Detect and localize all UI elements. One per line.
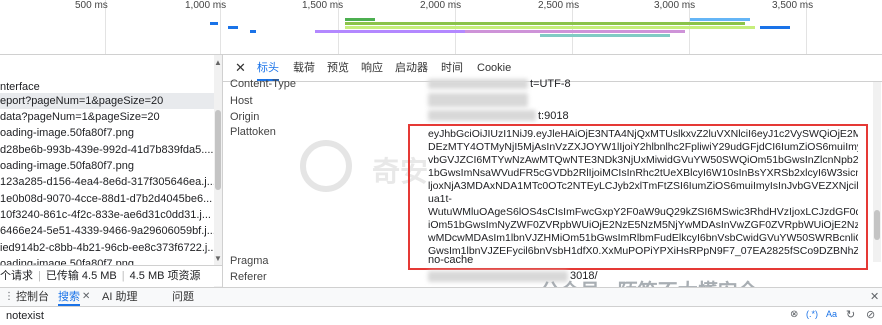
waterfall-bar xyxy=(345,22,745,25)
waterfall-bar xyxy=(345,26,755,29)
plattoken-value-line: ljoxNjA3MDAxNDA1MTc0OTc2NTEyLCJyb2xlTmFt… xyxy=(428,180,858,192)
search-bar: ⊗ (.*) Aa ↻ ⊘ xyxy=(0,306,882,325)
waterfall-bar xyxy=(540,34,670,37)
waterfall-bar xyxy=(345,18,375,21)
tab-response[interactable]: 响应 xyxy=(361,55,383,81)
close-search-tab-icon[interactable]: ✕ xyxy=(82,288,90,306)
request-row[interactable]: 10f3240-861c-4f2c-833e-ae6d31c0dd31.j... xyxy=(0,207,211,223)
tab-preview[interactable]: 预览 xyxy=(327,55,349,81)
watermark-logo-icon xyxy=(300,140,352,192)
resources-size: 4.5 MB 项资源 xyxy=(129,270,201,282)
network-timeline[interactable]: 500 ms 1,000 ms 1,500 ms 2,000 ms 2,500 … xyxy=(0,0,882,55)
scroll-up-icon[interactable]: ▲ xyxy=(214,58,222,67)
request-list-scroll-thumb[interactable] xyxy=(215,110,221,190)
request-row[interactable]: data?pageNum=1&pageSize=20 xyxy=(0,109,160,125)
timeline-tick: 2,500 ms xyxy=(538,0,580,11)
details-scroll-thumb[interactable] xyxy=(874,210,880,240)
header-name-origin: Origin xyxy=(230,111,260,123)
transferred-size: 已传输 4.5 MB xyxy=(45,270,117,282)
scroll-down-icon[interactable]: ▼ xyxy=(214,254,222,263)
waterfall-bar xyxy=(760,26,790,29)
redacted-value xyxy=(428,110,536,121)
request-row[interactable]: d28be6b-993b-439e-992d-41d7b839fda5.... xyxy=(0,142,213,158)
tab-cookie[interactable]: Cookie xyxy=(477,55,511,81)
drawer-tab-issues[interactable]: 问题 xyxy=(172,288,194,306)
waterfall-bar xyxy=(690,18,750,21)
close-drawer-icon[interactable]: ✕ xyxy=(870,288,879,306)
tab-timing[interactable]: 时间 xyxy=(441,55,463,81)
plattoken-value-line: DEzMTY4OTMyNjI5MjAsInVzZXJOYW1lIjoiY2hlb… xyxy=(428,141,858,153)
waterfall-bar xyxy=(465,30,685,33)
timeline-tick: 1,000 ms xyxy=(185,0,227,11)
tab-initiator[interactable]: 启动器 xyxy=(395,55,428,81)
timeline-tick: 500 ms xyxy=(75,0,108,11)
waterfall-bar xyxy=(315,30,465,33)
request-row[interactable]: oading-image.50fa80f7.png xyxy=(0,158,134,174)
redacted-value xyxy=(428,79,528,89)
header-value-origin: t:9018 xyxy=(538,110,569,122)
timeline-tick: 3,500 ms xyxy=(772,0,814,11)
request-row[interactable]: 6466e24-5e51-4339-9466-9a29606059bf.j... xyxy=(0,223,216,239)
plattoken-value-line: GwsIm1lbnVJZEFycil6bnVsbH1dfX0.XxMuPOPiY… xyxy=(428,245,858,257)
header-value-pragma: no-cache xyxy=(428,254,474,266)
drawer-tab-search[interactable]: 搜索 xyxy=(58,288,80,306)
drawer-tabbar: ⋮ 控制台 搜索 ✕ AI 助理 问题 ✕ xyxy=(0,287,882,306)
plattoken-value-line: WutuWMluOAgeS6lOS4sCIsImFwcGxpY2F0aW9uQ2… xyxy=(428,206,858,218)
waterfall-bar xyxy=(250,30,256,33)
plattoken-value-line: ua1t- xyxy=(428,193,452,205)
drawer-tab-console[interactable]: 控制台 xyxy=(16,288,49,306)
plattoken-value-line: vbGVJZCI6MTYwNzAwMTQwNTE3NDk3NjUxMiwidGV… xyxy=(428,154,858,166)
tab-payload[interactable]: 载荷 xyxy=(293,55,315,81)
header-value-content-type: t=UTF-8 xyxy=(530,78,571,90)
plattoken-value-line: eyJhbGciOiJIUzI1NiJ9.eyJleHAiOjE3NTA4NjQ… xyxy=(428,128,858,140)
redacted-value xyxy=(428,93,528,107)
timeline-tick: 1,500 ms xyxy=(302,0,344,11)
network-status-bar: 个请求 | 已传输 4.5 MB | 4.5 MB 项资源 xyxy=(0,265,222,286)
timeline-tick: 2,000 ms xyxy=(420,0,462,11)
header-name-plattoken: Plattoken xyxy=(230,126,276,138)
header-name-referer: Referer xyxy=(230,271,267,283)
request-row[interactable]: oading-image.50fa80f7.png xyxy=(0,125,134,141)
match-case-icon[interactable]: Aa xyxy=(826,309,837,319)
request-count: 个请求 xyxy=(0,270,33,282)
clear-results-icon[interactable]: ⊘ xyxy=(866,308,875,321)
clear-search-icon[interactable]: ⊗ xyxy=(790,309,798,320)
timeline-tick: 3,000 ms xyxy=(654,0,696,11)
request-row[interactable]: 1e0b08d-9070-4cce-88d1-d7b2d4045be6... xyxy=(0,191,212,207)
regex-toggle-icon[interactable]: (.*) xyxy=(806,309,818,319)
search-input[interactable] xyxy=(6,309,706,323)
waterfall-bar xyxy=(210,22,218,25)
refresh-icon[interactable]: ↻ xyxy=(846,308,855,321)
request-row[interactable]: ied914b2-c8bb-4b21-96cb-ee8c373f6722.j..… xyxy=(0,240,217,256)
drawer-tab-ai-assistant[interactable]: AI 助理 xyxy=(102,288,137,306)
header-name-pragma: Pragma xyxy=(230,255,269,267)
drawer-menu-icon[interactable]: ⋮ xyxy=(4,288,14,306)
plattoken-value-line: 1bGwsImNsaWVudFR5cGVDb2RlIjoiMCIsInRhc2t… xyxy=(428,167,858,179)
plattoken-value-line: iOm51bGwsImNyZWF0ZVRpbWUiOjE2NzE5NzM5NjY… xyxy=(428,219,858,231)
plattoken-value-line: wMDcwMDAsIm1lbnVJZHMiOm51bGwsImRlbmFudEl… xyxy=(428,232,858,244)
header-name-host: Host xyxy=(230,95,253,107)
request-row[interactable]: 123a285-d156-4ea4-8e6d-317f305646ea.j... xyxy=(0,174,216,190)
header-name-content-type: Content-Type xyxy=(230,78,297,90)
waterfall-bar xyxy=(228,26,238,29)
request-list[interactable]: nterface eport?pageNum=1&pageSize=20 dat… xyxy=(0,55,223,287)
request-row-selected[interactable]: eport?pageNum=1&pageSize=20 xyxy=(0,93,214,109)
